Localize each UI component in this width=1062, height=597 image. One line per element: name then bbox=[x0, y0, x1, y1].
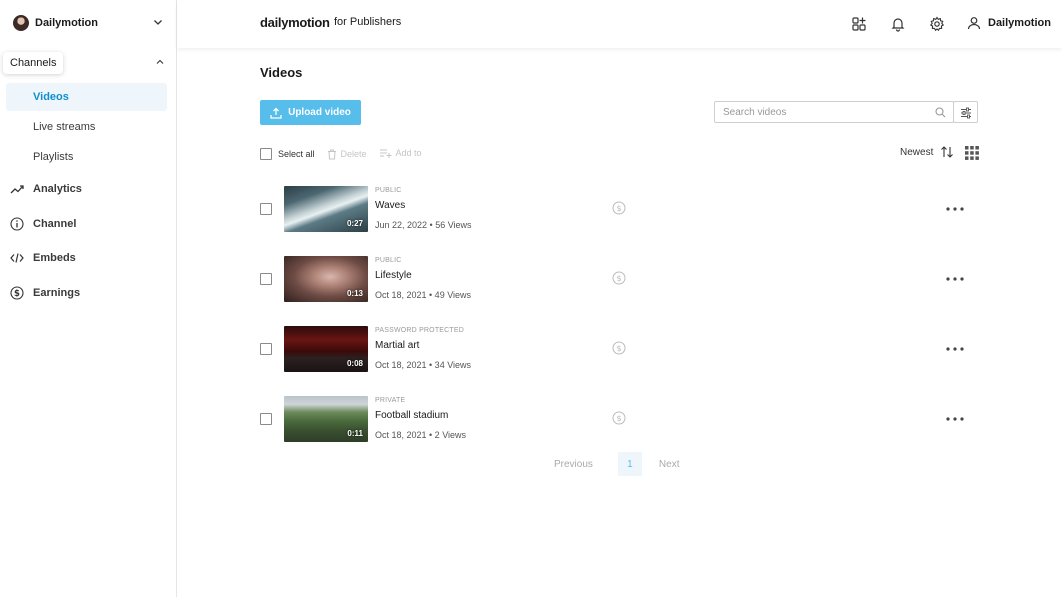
upload-icon bbox=[270, 107, 282, 119]
bulk-toolbar: Select all Delete Add to bbox=[260, 146, 422, 162]
sort-icon bbox=[941, 146, 954, 158]
video-meta: Jun 22, 2022 • 56 Views bbox=[375, 220, 472, 230]
user-name: Dailymotion bbox=[988, 17, 1051, 29]
current-page[interactable]: 1 bbox=[617, 452, 642, 476]
select-all-label: Select all bbox=[278, 149, 315, 159]
svg-text:$: $ bbox=[616, 414, 621, 423]
visibility-label: PUBLIC bbox=[375, 257, 402, 264]
sidebar-item-playlists[interactable]: Playlists bbox=[6, 143, 167, 171]
channels-tooltip: Channels bbox=[3, 52, 64, 74]
sidebar-item-analytics[interactable]: Analytics bbox=[10, 178, 82, 200]
sidebar-item-label: Analytics bbox=[33, 183, 82, 195]
account-name: Dailymotion bbox=[35, 17, 98, 29]
svg-text:$: $ bbox=[616, 274, 621, 283]
account-switcher[interactable]: Dailymotion bbox=[8, 9, 168, 37]
row-checkbox[interactable] bbox=[260, 273, 272, 285]
monetization-icon: $ bbox=[612, 341, 626, 355]
filter-button[interactable] bbox=[953, 101, 978, 123]
search-icon[interactable] bbox=[935, 107, 946, 118]
page-title: Videos bbox=[260, 65, 303, 80]
top-header: dailymotion for Publishers Dailymotion bbox=[177, 0, 1062, 48]
sidebar-item-channel[interactable]: Channel bbox=[10, 213, 76, 235]
video-thumbnail[interactable]: 0:08 bbox=[284, 326, 368, 372]
row-checkbox[interactable] bbox=[260, 413, 272, 425]
video-duration: 0:08 bbox=[346, 359, 363, 368]
upload-video-label: Upload video bbox=[288, 107, 351, 118]
next-page-button[interactable]: Next bbox=[659, 459, 680, 470]
search-input[interactable] bbox=[715, 106, 925, 118]
user-icon bbox=[967, 17, 981, 30]
add-to-label: Add to bbox=[395, 147, 422, 158]
video-row[interactable]: 0:08 PASSWORD PROTECTED Martial art Oct … bbox=[260, 326, 978, 396]
video-meta: Oct 18, 2021 • 49 Views bbox=[375, 290, 472, 300]
video-thumbnail[interactable]: 0:27 bbox=[284, 186, 368, 232]
sidebar-item-embeds[interactable]: Embeds bbox=[10, 247, 76, 269]
search-box bbox=[714, 101, 954, 123]
filter-sliders-icon bbox=[961, 107, 971, 119]
channels-section-header[interactable]: Channels bbox=[0, 50, 177, 78]
more-options-icon[interactable] bbox=[946, 347, 964, 351]
video-row[interactable]: 0:13 PUBLIC Lifestyle Oct 18, 2021 • 49 … bbox=[260, 256, 978, 326]
sidebar-item-label: Earnings bbox=[33, 287, 81, 299]
upload-video-button[interactable]: Upload video bbox=[260, 100, 361, 125]
visibility-label: PASSWORD PROTECTED bbox=[375, 327, 465, 334]
row-checkbox[interactable] bbox=[260, 203, 272, 215]
pagination: Previous 1 Next bbox=[554, 452, 679, 476]
select-all-control[interactable]: Select all bbox=[260, 148, 315, 160]
analytics-icon bbox=[10, 185, 24, 194]
sort-control[interactable]: Newest bbox=[900, 146, 954, 158]
visibility-label: PRIVATE bbox=[375, 397, 406, 404]
svg-text:$: $ bbox=[616, 344, 621, 353]
video-thumbnail[interactable]: 0:11 bbox=[284, 396, 368, 442]
sidebar-item-label: Channel bbox=[33, 218, 77, 230]
gear-icon[interactable] bbox=[929, 16, 945, 32]
video-title[interactable]: Football stadium bbox=[375, 410, 466, 426]
previous-page-button[interactable]: Previous bbox=[554, 459, 593, 470]
trash-icon bbox=[327, 149, 336, 159]
video-meta: Oct 18, 2021 • 34 Views bbox=[375, 360, 472, 370]
more-options-icon[interactable] bbox=[946, 277, 964, 281]
row-checkbox[interactable] bbox=[260, 343, 272, 355]
chevron-down-icon bbox=[154, 20, 162, 25]
dailymotion-logo[interactable]: dailymotion bbox=[260, 15, 330, 30]
visibility-label: PUBLIC bbox=[375, 187, 402, 194]
user-menu[interactable]: Dailymotion bbox=[967, 16, 1051, 30]
svg-text:$: $ bbox=[14, 289, 20, 299]
monetization-icon: $ bbox=[612, 271, 626, 285]
sidebar-item-earnings[interactable]: $ Earnings bbox=[10, 282, 80, 304]
video-thumbnail[interactable]: 0:13 bbox=[284, 256, 368, 302]
video-duration: 0:13 bbox=[346, 289, 363, 298]
select-all-checkbox[interactable] bbox=[260, 148, 272, 160]
info-icon bbox=[10, 217, 24, 231]
sidebar: Dailymotion Channels Videos Live streams… bbox=[0, 0, 177, 597]
bell-icon[interactable] bbox=[890, 16, 906, 32]
video-row[interactable]: 0:27 PUBLIC Waves Jun 22, 2022 • 56 View… bbox=[260, 186, 978, 256]
avatar bbox=[13, 15, 29, 31]
video-duration: 0:11 bbox=[347, 429, 363, 438]
dollar-icon: $ bbox=[10, 286, 24, 300]
chevron-up-icon bbox=[156, 59, 164, 64]
video-meta: Oct 18, 2021 • 2 Views bbox=[375, 430, 467, 440]
sidebar-item-videos[interactable]: Videos bbox=[6, 83, 167, 111]
svg-text:$: $ bbox=[616, 204, 621, 213]
more-options-icon[interactable] bbox=[946, 417, 964, 421]
video-duration: 0:27 bbox=[346, 219, 363, 228]
delete-label: Delete bbox=[340, 149, 367, 159]
grid-view-icon[interactable] bbox=[965, 146, 979, 160]
sidebar-item-label: Embeds bbox=[33, 252, 76, 264]
delete-button[interactable]: Delete bbox=[327, 149, 367, 160]
monetization-icon: $ bbox=[612, 201, 626, 215]
video-title[interactable]: Waves bbox=[375, 200, 472, 216]
add-to-button[interactable]: Add to bbox=[379, 148, 422, 158]
logo-suffix: for Publishers bbox=[334, 16, 402, 28]
add-to-playlist-icon bbox=[379, 149, 392, 158]
code-icon bbox=[10, 253, 24, 263]
monetization-icon: $ bbox=[612, 411, 626, 425]
video-title[interactable]: Martial art bbox=[375, 340, 471, 356]
video-title[interactable]: Lifestyle bbox=[375, 270, 471, 286]
more-options-icon[interactable] bbox=[946, 207, 964, 211]
apps-icon[interactable] bbox=[851, 16, 867, 32]
sidebar-item-live-streams[interactable]: Live streams bbox=[6, 113, 167, 141]
sort-label: Newest bbox=[900, 146, 934, 158]
